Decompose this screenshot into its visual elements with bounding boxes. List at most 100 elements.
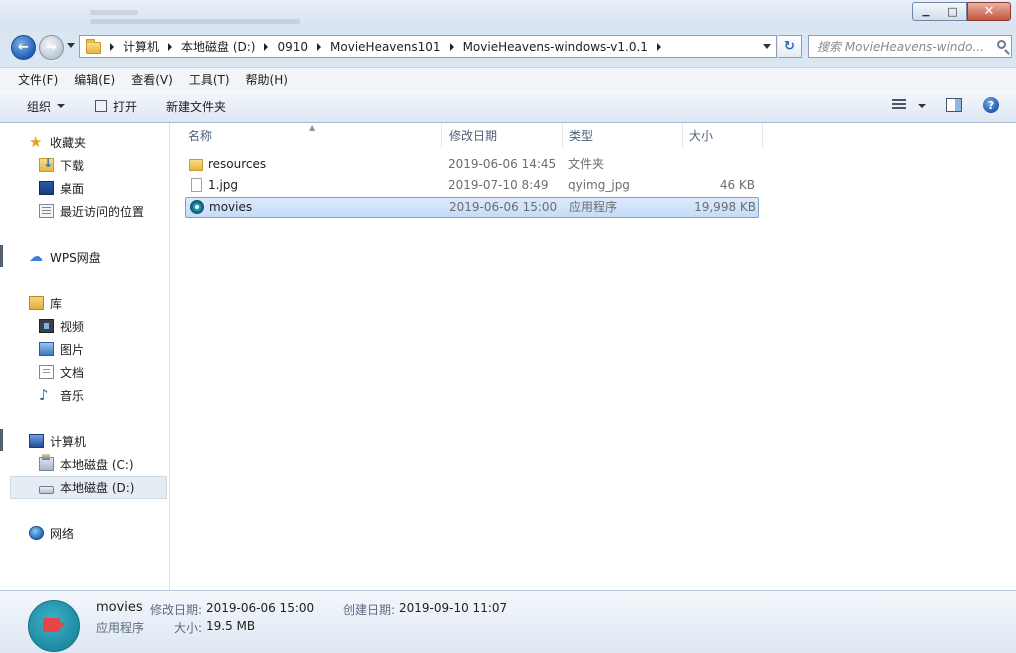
sidebar-item-drive-d[interactable]: 本地磁盘 (D:): [10, 476, 167, 499]
file-type: qyimg_jpg: [568, 178, 630, 192]
menu-bar: 文件(F) 编辑(E) 查看(V) 工具(T) 帮助(H): [0, 67, 1016, 90]
recent-pages-dropdown[interactable]: [67, 43, 75, 48]
file-name: 1.jpg: [208, 178, 239, 192]
refresh-button[interactable]: ↻: [778, 35, 802, 58]
column-header-name[interactable]: 名称: [180, 123, 442, 148]
sidebar-item-downloads[interactable]: 下载: [39, 155, 84, 175]
sidebar-item-libraries[interactable]: 库: [29, 293, 62, 313]
network-icon: [29, 526, 44, 540]
sidebar-label: WPS网盘: [50, 250, 101, 265]
help-icon[interactable]: ?: [983, 97, 999, 113]
explorer-window: ▁ □ ✕ ← → 计算机 本地磁盘 (D:) 0910 MovieHeaven…: [0, 0, 1016, 653]
open-label: 打开: [113, 99, 138, 114]
open-button[interactable]: 打开: [95, 98, 137, 115]
breadcrumb-separator[interactable]: [168, 42, 173, 51]
address-history-dropdown[interactable]: [763, 44, 771, 49]
system-drive-icon: [39, 454, 54, 471]
file-row-resources[interactable]: resources 2019-06-06 14:45 文件夹: [185, 155, 759, 176]
address-bar[interactable]: 计算机 本地磁盘 (D:) 0910 MovieHeavens101 Movie…: [79, 35, 777, 58]
preview-pane-icon[interactable]: [946, 98, 962, 112]
sidebar-item-music[interactable]: ♪ 音乐: [39, 385, 84, 405]
sidebar-item-computer[interactable]: 计算机: [29, 431, 86, 451]
cloud-icon: ☁: [29, 249, 43, 265]
file-row-movies[interactable]: movies 2019-06-06 15:00 应用程序 19,998 KB: [185, 197, 759, 218]
file-size: [688, 155, 755, 174]
minimize-icon: ▁: [922, 6, 930, 17]
breadcrumb-drive-d[interactable]: 本地磁盘 (D:): [181, 38, 255, 55]
back-button[interactable]: ←: [11, 35, 36, 60]
sidebar-edge-marker: [0, 429, 3, 451]
libraries-icon: [29, 296, 44, 310]
menu-view[interactable]: 查看(V): [128, 71, 176, 88]
title-bar: ▁ □ ✕: [0, 0, 1016, 30]
new-folder-button[interactable]: 新建文件夹: [166, 98, 226, 115]
menu-tools[interactable]: 工具(T): [186, 71, 233, 88]
file-list-pane: ▲ 名称 修改日期 类型 大小 resources 2019-06-06 14:…: [170, 123, 1016, 590]
details-size-value: 19.5 MB: [206, 619, 256, 633]
column-header-type[interactable]: 类型: [561, 123, 683, 148]
file-icon: [191, 178, 202, 192]
sidebar-item-videos[interactable]: 视频: [39, 316, 84, 336]
search-placeholder: 搜索 MovieHeavens-windo...: [817, 40, 984, 54]
file-name: movies: [209, 200, 253, 214]
navigation-bar: ← → 计算机 本地磁盘 (D:) 0910 MovieHeavens101 M…: [0, 33, 1016, 63]
file-type: 文件夹: [568, 157, 605, 171]
column-header-size[interactable]: 大小: [681, 123, 763, 148]
menu-edit[interactable]: 编辑(E): [71, 71, 118, 88]
video-icon: [39, 319, 54, 333]
pictures-icon: [39, 342, 54, 356]
details-created-value: 2019-09-10 11:07: [399, 601, 508, 615]
sidebar-item-recent-places[interactable]: 最近访问的位置: [39, 201, 144, 221]
breadcrumb-separator[interactable]: [317, 42, 322, 51]
folder-icon: [189, 159, 203, 171]
search-icon[interactable]: [997, 40, 1006, 49]
menu-file[interactable]: 文件(F): [15, 71, 61, 88]
breadcrumb-movieheavens101[interactable]: MovieHeavens101: [330, 40, 441, 54]
back-arrow-icon: ←: [18, 40, 29, 55]
breadcrumb-computer[interactable]: 计算机: [123, 38, 159, 55]
breadcrumb-separator[interactable]: [110, 42, 114, 51]
organize-button[interactable]: 组织: [27, 98, 66, 115]
breadcrumb-separator[interactable]: [656, 42, 661, 51]
sidebar-label: 最近访问的位置: [60, 204, 145, 219]
sidebar-item-documents[interactable]: 文档: [39, 362, 84, 382]
sidebar-item-favorites[interactable]: ★ 收藏夹: [29, 132, 86, 152]
view-options-dropdown[interactable]: [918, 104, 926, 108]
menu-help[interactable]: 帮助(H): [243, 71, 291, 88]
file-row-1jpg[interactable]: 1.jpg 2019-07-10 8:49 qyimg_jpg 46 KB: [185, 176, 759, 197]
sidebar-label: 视频: [60, 319, 85, 334]
sidebar-label: 计算机: [50, 434, 87, 449]
sidebar-label: 网络: [50, 526, 75, 541]
breadcrumb-current-folder[interactable]: MovieHeavens-windows-v1.0.1: [463, 40, 648, 54]
breadcrumb-separator[interactable]: [264, 42, 269, 51]
sidebar-item-wps-cloud[interactable]: ☁ WPS网盘: [29, 247, 101, 267]
breadcrumb-0910[interactable]: 0910: [277, 40, 308, 54]
details-modified-value: 2019-06-06 15:00: [206, 601, 315, 615]
file-name: resources: [208, 157, 267, 171]
minimize-button[interactable]: ▁: [912, 2, 940, 21]
recent-places-icon: [39, 204, 54, 218]
navigation-pane: ★ 收藏夹 下载 桌面 最近访问的位置 ☁ WPS网盘 库 视频 图片 文档 ♪ 音乐: [0, 123, 170, 590]
close-button[interactable]: ✕: [967, 2, 1011, 21]
forward-button[interactable]: →: [39, 35, 64, 60]
desktop-icon: [39, 181, 54, 195]
downloads-folder-icon: [39, 156, 54, 172]
chevron-down-icon: [57, 104, 66, 108]
sidebar-item-drive-c[interactable]: 本地磁盘 (C:): [39, 454, 134, 474]
details-modified-label: 修改日期:: [150, 603, 203, 617]
computer-icon: [29, 434, 44, 448]
sidebar-item-desktop[interactable]: 桌面: [39, 178, 84, 198]
file-date: 2019-07-10 8:49: [448, 178, 549, 192]
search-input[interactable]: 搜索 MovieHeavens-windo...: [808, 35, 1012, 58]
details-name: movies: [96, 600, 143, 615]
breadcrumb-separator[interactable]: [449, 42, 454, 51]
column-header-date[interactable]: 修改日期: [441, 123, 563, 148]
sidebar-label: 图片: [60, 342, 85, 357]
change-view-icon[interactable]: [892, 99, 906, 111]
close-icon: ✕: [983, 4, 995, 19]
sidebar-item-pictures[interactable]: 图片: [39, 339, 84, 359]
organize-label: 组织: [27, 99, 52, 114]
file-size: 19,998 KB: [694, 200, 756, 214]
maximize-button[interactable]: □: [939, 2, 967, 21]
sidebar-item-network[interactable]: 网络: [29, 523, 74, 543]
